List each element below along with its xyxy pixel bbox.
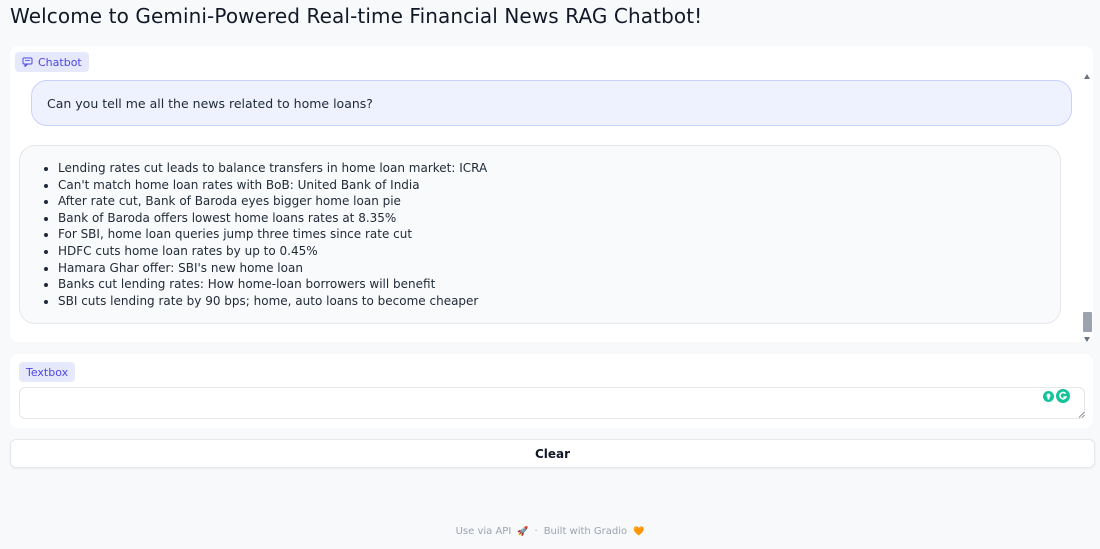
bot-message: Lending rates cut leads to balance trans… — [19, 145, 1061, 324]
list-item: After rate cut, Bank of Baroda eyes bigg… — [58, 193, 1048, 210]
chatbot-label-text: Chatbot — [38, 55, 82, 69]
list-item: For SBI, home loan queries jump three ti… — [58, 226, 1048, 243]
footer: Use via API 🚀 · Built with Gradio 🧡 — [0, 526, 1100, 537]
built-with-gradio-link[interactable]: Built with Gradio — [544, 526, 627, 537]
scroll-down-arrow-icon[interactable] — [1084, 337, 1090, 342]
user-message-text: Can you tell me all the news related to … — [47, 95, 373, 111]
chat-scrollbar[interactable] — [1083, 72, 1092, 342]
list-item: Can't match home loan rates with BoB: Un… — [58, 177, 1048, 194]
clear-button[interactable]: Clear — [10, 439, 1095, 468]
bulb-icon[interactable] — [1043, 390, 1054, 402]
news-list: Lending rates cut leads to balance trans… — [32, 160, 1048, 309]
list-item: SBI cuts lending rate by 90 bps; home, a… — [58, 293, 1048, 310]
scroll-up-arrow-icon[interactable] — [1084, 74, 1090, 79]
chat-bubble-icon — [22, 57, 33, 67]
message-input[interactable] — [19, 387, 1085, 419]
textbox-label-text: Textbox — [26, 365, 69, 379]
list-item: HDFC cuts home loan rates by up to 0.45% — [58, 243, 1048, 260]
page-title: Welcome to Gemini-Powered Real-time Fina… — [10, 4, 703, 28]
footer-separator: · — [534, 526, 538, 537]
grammarly-widget[interactable] — [1043, 389, 1070, 403]
list-item: Lending rates cut leads to balance trans… — [58, 160, 1048, 177]
textbox-label: Textbox — [19, 362, 76, 382]
grammarly-icon[interactable] — [1056, 389, 1070, 403]
user-message: Can you tell me all the news related to … — [31, 80, 1072, 126]
rocket-icon: 🚀 — [517, 526, 529, 537]
list-item: Banks cut lending rates: How home-loan b… — [58, 276, 1048, 293]
gradio-logo-icon: 🧡 — [633, 526, 645, 537]
resize-handle-icon[interactable] — [1078, 411, 1085, 418]
chatbot-label: Chatbot — [15, 52, 89, 72]
use-via-api-link[interactable]: Use via API — [456, 526, 512, 537]
chatbot-panel: Chatbot Can you tell me all the news rel… — [10, 46, 1093, 342]
textbox-panel: Textbox — [10, 354, 1093, 428]
list-item: Bank of Baroda offers lowest home loans … — [58, 210, 1048, 227]
list-item: Hamara Ghar offer: SBI's new home loan — [58, 260, 1048, 277]
scroll-thumb[interactable] — [1083, 312, 1092, 332]
